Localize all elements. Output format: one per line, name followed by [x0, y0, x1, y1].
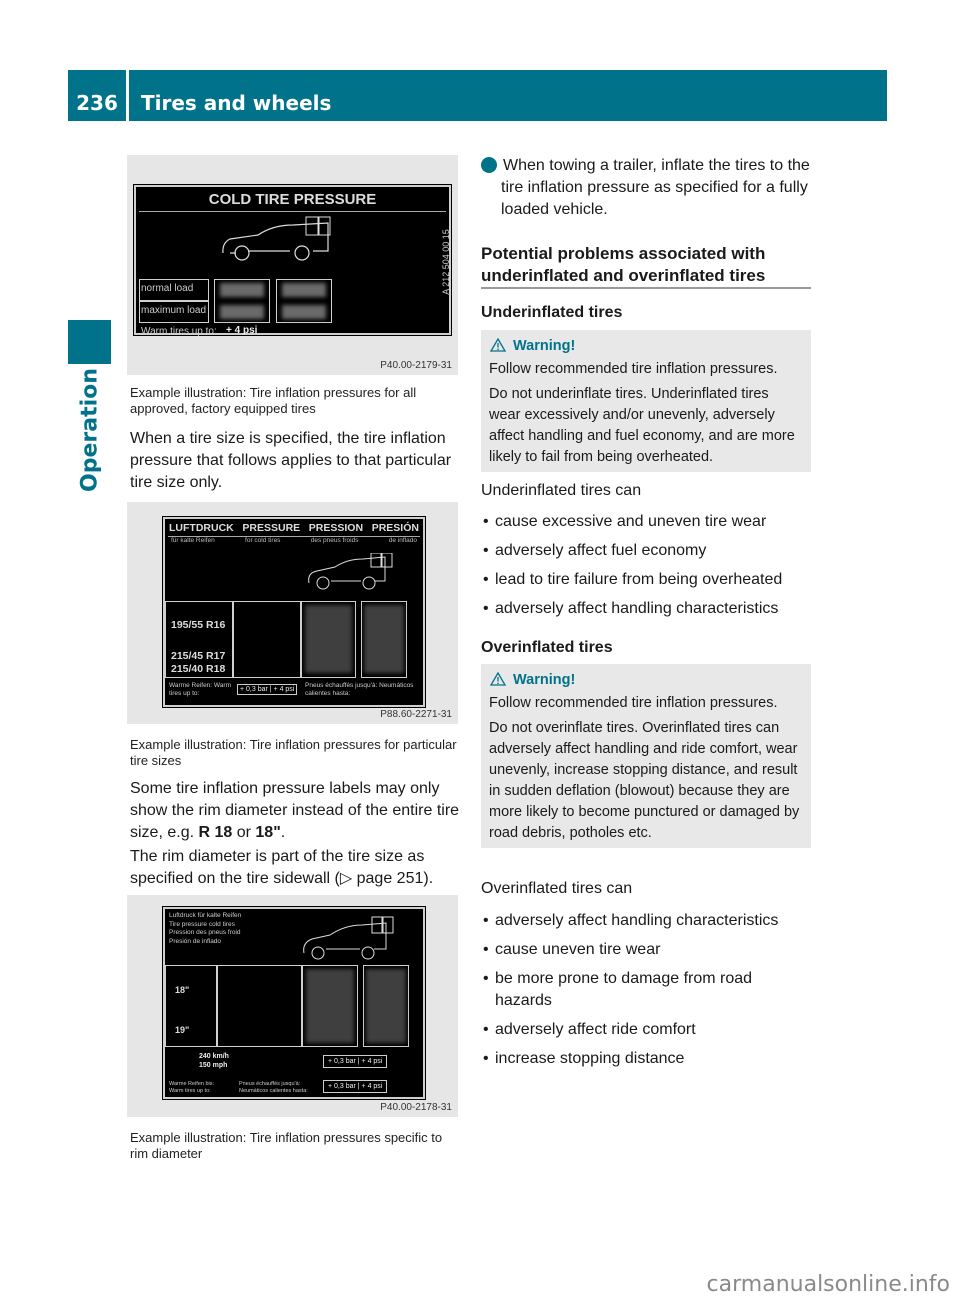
list-item: increase stopping distance [481, 1048, 811, 1070]
warning-title: Warning! [513, 672, 576, 688]
warning-triangle-icon [489, 672, 507, 686]
placard-heading: Luftdruck für kalte Reifen Tire pressure… [169, 912, 242, 945]
figure-code: P88.60-2271-31 [380, 709, 452, 720]
part-number: A 212 504 00 15 [441, 229, 452, 295]
placard-titles: LUFTDRUCK PRESSURE PRESSION PRESIÓN [169, 522, 419, 534]
warm-bar-box: + 0,3 bar | + 4 psi [237, 684, 298, 695]
row-label-maximum: maximum load [141, 305, 207, 316]
section-heading: Potential problems associated with under… [481, 244, 766, 285]
figure-cold-tire-pressure: COLD TIRE PRESSURE normal load maximum l… [127, 155, 458, 375]
figure-code: P40.00-2178-31 [380, 1102, 452, 1113]
row-label-normal: normal load [141, 283, 194, 294]
warm-label-left: Warme Reifen bis: Warm tires up to: [169, 1081, 215, 1094]
list-item: be more prone to damage from road hazard… [481, 968, 781, 1012]
section-tab-label: Operation [77, 368, 102, 492]
info-note: i When towing a trailer, inflate the tire… [477, 157, 810, 218]
warning-text: Do not underinflate tires. Underinflated… [489, 386, 795, 465]
warm-label: Warm tires up to: [141, 326, 217, 337]
figure-caption: Example illustration: Tire inflation pre… [130, 385, 417, 416]
car-diagram-icon [308, 553, 393, 590]
paragraph: Some tire inflation pressure labels may … [130, 780, 460, 841]
warning-title: Warning! [513, 338, 576, 354]
winter-box: + 0,3 bar | + 4 psi [323, 1055, 388, 1068]
warm-box: + 0,3 bar | + 4 psi [323, 1080, 388, 1093]
speed-values: 240 km/h 150 mph [199, 1053, 229, 1069]
chapter-title: Tires and wheels [129, 70, 887, 121]
section-tab: Operation [68, 368, 111, 492]
heading-rule [481, 287, 811, 289]
watermark[interactable]: carmanualsonline.info [707, 1272, 950, 1297]
tire-size-label: 215/45 R17 [171, 650, 226, 662]
warm-label-right: Pneus échauffés jusqu'à: Neumáticos cali… [239, 1081, 308, 1094]
warning-text: Follow recommended tire inflation pressu… [489, 361, 778, 377]
list-item: adversely affect fuel economy [481, 540, 811, 562]
tire-size-label: 195/55 R16 [171, 619, 226, 631]
list-intro: Underinflated tires can [481, 482, 642, 499]
underinflated-list: cause excessive and uneven tire wear adv… [481, 511, 811, 627]
overinflated-list: adversely affect handling characteristic… [481, 910, 811, 1077]
list-item: adversely affect handling characteristic… [481, 598, 811, 620]
section-tab-marker [68, 320, 111, 364]
figure-code: P40.00-2179-31 [380, 360, 452, 371]
figure-caption: Example illustration: Tire inflation pre… [130, 737, 457, 768]
warning-triangle-icon [489, 338, 507, 352]
list-item: adversely affect handling characteristic… [481, 910, 811, 932]
paragraph: When a tire size is specified, the tire … [130, 430, 452, 491]
list-item: cause uneven tire wear [481, 939, 811, 961]
paragraph-page-ref[interactable]: The rim diameter is part of the tire siz… [130, 846, 462, 890]
warning-text: Do not overinflate tires. Overinflated t… [489, 720, 800, 841]
warm-label-right: Pneus échauffés jusqu'à: Neumáticos cali… [305, 682, 414, 697]
rim-size-label: 19" [175, 1025, 190, 1035]
list-intro: Overinflated tires can [481, 880, 633, 897]
tire-placard-3: Luftdruck für kalte Reifen Tire pressure… [162, 906, 426, 1100]
warm-label-left: Warme Reifen: Warm tires up to: [169, 682, 231, 697]
warning-box-underinflated: Warning! Follow recommended tire inflati… [481, 330, 811, 472]
placard-title: COLD TIRE PRESSURE [208, 191, 377, 208]
figure-rim-diameter-pressures: Luftdruck für kalte Reifen Tire pressure… [127, 895, 458, 1117]
rim-size-label: 18" [175, 985, 190, 995]
tire-placard-2: LUFTDRUCK PRESSURE PRESSION PRESIÓN für … [162, 516, 426, 708]
car-diagram-icon [303, 916, 394, 960]
list-item: lead to tire failure from being overheat… [481, 569, 811, 591]
figure-caption: Example illustration: Tire inflation pre… [130, 1130, 443, 1161]
info-icon: i [477, 157, 497, 173]
list-item: cause excessive and uneven tire wear [481, 511, 811, 533]
tire-placard-1: COLD TIRE PRESSURE normal load maximum l… [133, 184, 452, 337]
subheading-underinflated: Underinflated tires [481, 304, 623, 321]
subheading-overinflated: Overinflated tires [481, 639, 613, 656]
warning-text: Follow recommended tire inflation pressu… [489, 695, 778, 711]
car-diagram-icon [222, 216, 331, 261]
list-item: adversely affect ride comfort [481, 1019, 811, 1041]
warning-box-overinflated: Warning! Follow recommended tire inflati… [481, 664, 811, 848]
warm-value: + 4 psi [226, 325, 258, 336]
tire-size-label: 215/40 R18 [171, 663, 226, 675]
page-number: 236 [68, 70, 126, 121]
figure-tire-size-pressures: LUFTDRUCK PRESSURE PRESSION PRESIÓN für … [127, 502, 458, 724]
